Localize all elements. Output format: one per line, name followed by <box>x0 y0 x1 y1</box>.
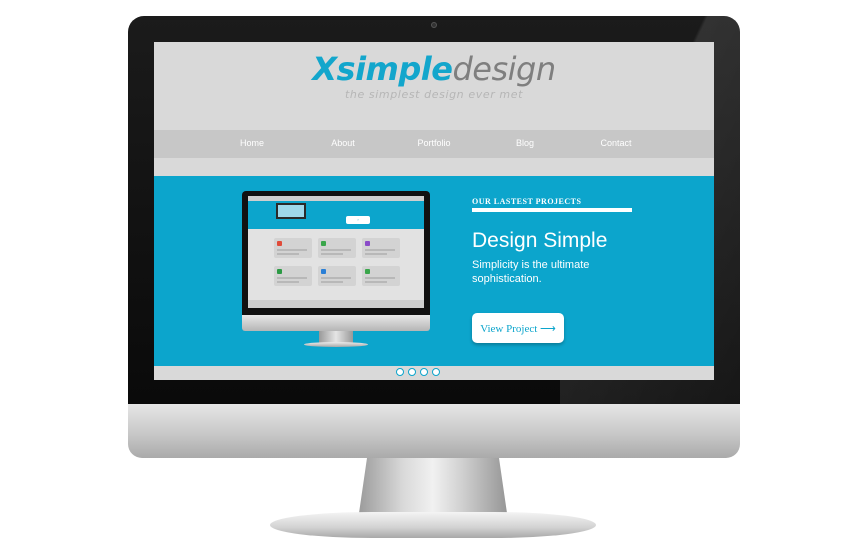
monitor-stand-base <box>270 512 596 538</box>
site-tagline: the simplest design ever met <box>344 88 524 101</box>
slider-pagination <box>394 368 474 378</box>
nav-item-about[interactable]: About <box>313 138 373 148</box>
website-screen: Xsimpledesign the simplest design ever m… <box>154 42 714 380</box>
slider-dot-3[interactable] <box>420 368 428 376</box>
mini-card <box>318 266 356 286</box>
logo-light-text: design <box>452 50 556 88</box>
hero-monitor-screen: › <box>248 196 424 308</box>
mini-card <box>318 238 356 258</box>
mini-hero: › <box>248 201 424 229</box>
section-label: OUR LASTEST PROJECTS <box>472 197 582 206</box>
nav-item-blog[interactable]: Blog <box>495 138 555 148</box>
nav-item-contact[interactable]: Contact <box>586 138 646 148</box>
logo-strong-text: Xsimple <box>312 50 453 88</box>
slider-dot-4[interactable] <box>432 368 440 376</box>
camera-icon <box>431 22 437 28</box>
hero-title: Design Simple <box>472 229 608 252</box>
section-label-divider <box>472 208 632 212</box>
mini-footer <box>248 300 424 308</box>
hero-slider: › OUR LASTEST PROJECTS Design Simple Sim… <box>154 176 714 366</box>
slider-dot-1[interactable] <box>396 368 404 376</box>
mini-button: › <box>346 216 370 224</box>
monitor-chin <box>128 404 740 458</box>
mini-card <box>362 266 400 286</box>
mini-card <box>274 238 312 258</box>
hero-monitor-base <box>304 342 368 347</box>
slider-dot-2[interactable] <box>408 368 416 376</box>
main-navigation: Home About Portfolio Blog Contact <box>154 130 714 158</box>
mini-card <box>274 266 312 286</box>
mini-monitor-icon <box>276 203 306 219</box>
nav-item-home[interactable]: Home <box>222 138 282 148</box>
site-logo[interactable]: Xsimpledesign <box>154 50 714 88</box>
mini-card <box>362 238 400 258</box>
monitor-stand-neck <box>358 458 508 520</box>
nav-item-portfolio[interactable]: Portfolio <box>404 138 464 148</box>
hero-subtitle: Simplicity is the ultimate sophisticatio… <box>472 259 590 285</box>
view-project-button[interactable]: View Project ⟶ <box>472 313 564 343</box>
hero-monitor-chin <box>242 315 430 331</box>
